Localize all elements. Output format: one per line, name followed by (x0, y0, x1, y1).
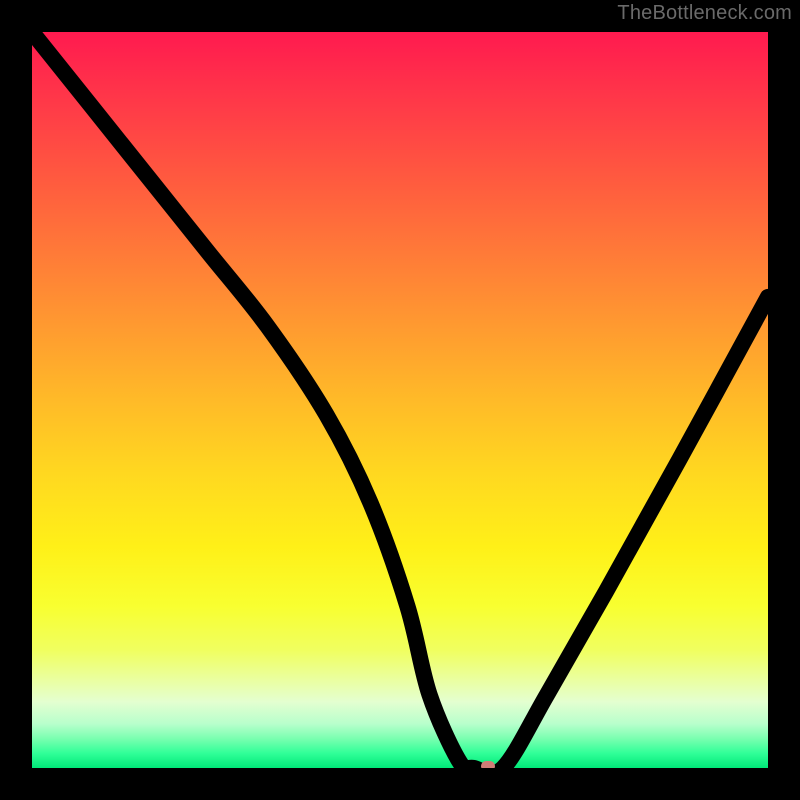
plot-area (32, 32, 768, 768)
optimal-point-marker (481, 761, 495, 768)
bottleneck-curve (32, 32, 768, 768)
watermark-text: TheBottleneck.com (617, 2, 792, 25)
chart-frame: TheBottleneck.com (0, 0, 800, 800)
